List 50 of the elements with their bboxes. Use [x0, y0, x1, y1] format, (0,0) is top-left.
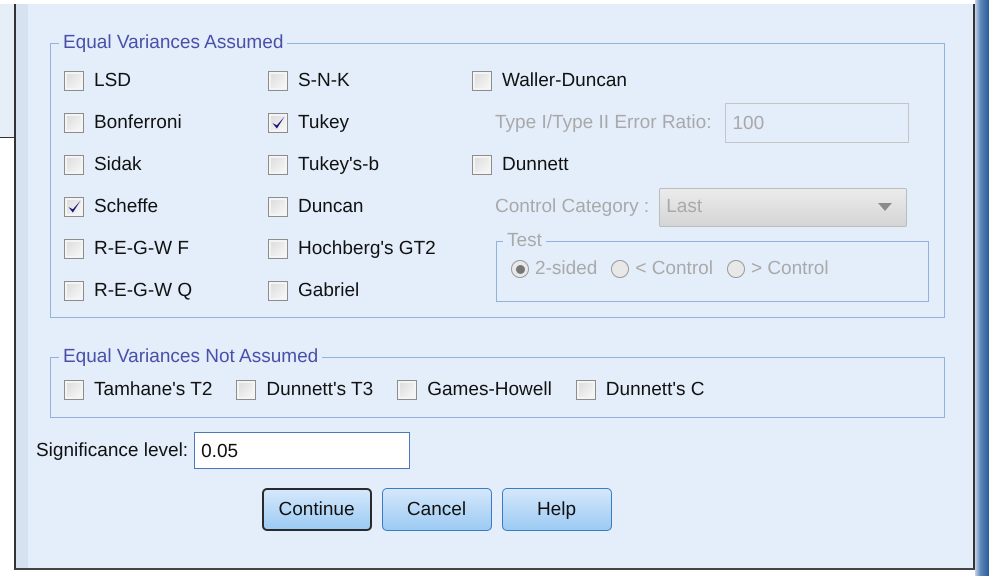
checkbox-label: Tukey's-b — [298, 154, 380, 176]
checkbox-label: Duncan — [298, 196, 364, 218]
field-label: Control Category : — [495, 196, 650, 218]
radio-label: 2-sided — [535, 258, 598, 280]
checkbox[interactable] — [64, 281, 84, 301]
checkbox[interactable] — [64, 380, 84, 400]
checkbox-label: Dunnett's T3 — [266, 379, 374, 401]
caret-icon — [878, 203, 892, 211]
group-title: Equal Variances Assumed — [62, 32, 284, 54]
checkbox-label: Dunnett — [502, 154, 569, 176]
field-label: Type I/Type II Error Ratio: — [495, 112, 712, 134]
dialog-button[interactable]: Cancel — [382, 488, 492, 531]
checkbox[interactable] — [472, 71, 492, 91]
checkbox[interactable] — [268, 113, 288, 133]
checkbox-label: Scheffe — [94, 196, 158, 218]
checkbox-label: Tukey — [298, 112, 350, 134]
checkbox[interactable] — [64, 113, 84, 133]
checkbox[interactable] — [268, 71, 288, 91]
checkbox[interactable] — [268, 281, 288, 301]
radio-label: > Control — [750, 258, 829, 280]
group-title: Equal Variances Not Assumed — [62, 346, 320, 368]
checkbox[interactable] — [64, 239, 84, 259]
dialog-button[interactable]: Help — [502, 488, 612, 531]
dialog-button[interactable]: Continue — [262, 488, 372, 531]
checkbox-label: Sidak — [94, 154, 142, 176]
field-label: Significance level: — [36, 440, 188, 462]
checkbox[interactable] — [576, 380, 596, 400]
checkbox[interactable] — [472, 155, 492, 175]
checkbox[interactable] — [268, 197, 288, 217]
checkbox-label: Gabriel — [298, 280, 360, 302]
checkbox-label: Games-Howell — [427, 379, 552, 401]
checkbox[interactable] — [64, 71, 84, 91]
checkbox-label: S-N-K — [298, 70, 350, 92]
checkbox-label: Tamhane's T2 — [94, 379, 212, 401]
checkbox-label: Bonferroni — [94, 112, 182, 134]
checkbox-label: R-E-G-W F — [94, 238, 189, 260]
checkbox[interactable] — [397, 380, 418, 400]
checkbox-label: R-E-G-W Q — [94, 280, 192, 302]
checkbox-label: Waller-Duncan — [502, 70, 627, 92]
group-title: Test — [506, 230, 543, 252]
checkbox[interactable] — [64, 197, 84, 217]
radio-label: < Control — [635, 258, 713, 280]
checkbox-label: Dunnett's C — [606, 379, 704, 401]
checkbox-label: Hochberg's GT2 — [298, 238, 436, 260]
checkbox[interactable] — [268, 155, 288, 175]
input-field[interactable]: 0.05 — [194, 432, 410, 469]
checkbox-label: LSD — [94, 70, 131, 92]
checkbox[interactable] — [236, 380, 256, 400]
checkbox[interactable] — [268, 239, 288, 259]
checkbox[interactable] — [64, 155, 84, 175]
